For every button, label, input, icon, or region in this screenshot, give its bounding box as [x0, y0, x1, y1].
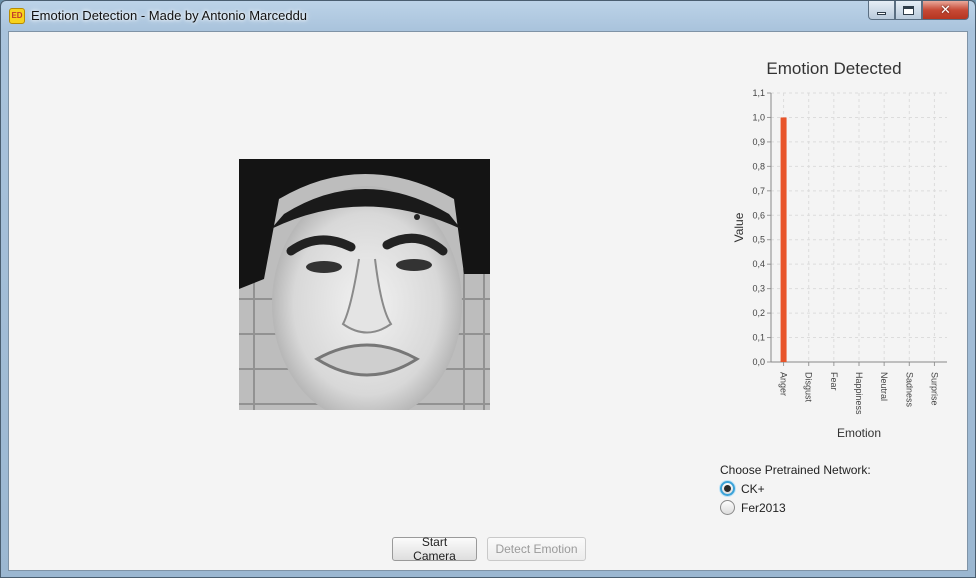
y-tick-label: 0,5 — [752, 235, 765, 245]
bar-anger — [780, 117, 787, 362]
x-tick-label: Surprise — [929, 372, 939, 406]
y-tick-label: 0,9 — [752, 137, 765, 147]
maximize-icon — [903, 5, 914, 15]
radio-option-ck-plus[interactable]: CK+ — [720, 481, 765, 496]
title-bar[interactable]: ED Emotion Detection - Made by Antonio M… — [1, 1, 975, 31]
maximize-button[interactable] — [895, 1, 922, 20]
y-tick-label: 0,6 — [752, 210, 765, 220]
app-window: ED Emotion Detection - Made by Antonio M… — [0, 0, 976, 578]
emotion-bar-chart: 0,0 0,1 0,2 0,3 0,4 0,5 0,6 0,7 0,8 0,9 1,0 1,1 Ange… — [732, 88, 947, 440]
y-axis-label: Value — [732, 212, 746, 242]
start-camera-button[interactable]: Start Camera — [392, 535, 477, 563]
close-button[interactable]: ✕ — [922, 1, 969, 20]
x-tick-label: Anger — [779, 372, 789, 396]
chart-title: Emotion Detected — [766, 59, 902, 78]
y-tick-label: 0,1 — [752, 333, 765, 343]
x-axis-label: Emotion — [837, 426, 881, 440]
face-photo — [239, 159, 490, 410]
y-tick-label: 0,0 — [752, 357, 765, 367]
y-tick-label: 0,3 — [752, 284, 765, 294]
network-label: Choose Pretrained Network: — [720, 463, 871, 477]
x-tick-label: Neutral — [879, 372, 889, 401]
y-tick-label: 0,4 — [752, 259, 765, 269]
minimize-button[interactable] — [868, 1, 895, 20]
face-photo-image — [239, 159, 490, 410]
x-tick-label: Fear — [829, 372, 839, 391]
x-tick-label: Disgust — [804, 372, 814, 403]
window-title: Emotion Detection - Made by Antonio Marc… — [31, 8, 308, 23]
ck-plus-label: CK+ — [741, 481, 765, 496]
x-tick-label: Happiness — [854, 372, 864, 415]
y-tick-label: 0,2 — [752, 308, 765, 318]
x-tick-label: Sadness — [904, 372, 914, 408]
fer2013-radio-icon[interactable] — [720, 500, 735, 515]
ck-plus-radio-icon[interactable] — [720, 481, 735, 496]
y-tick-label: 1,1 — [752, 88, 765, 98]
y-tick-label: 1,0 — [752, 112, 765, 122]
minimize-icon — [877, 11, 886, 15]
main-panel: Emotion Detected 0,0 0,1 0,2 0,3 0,4 0,5 0,6 0,… — [8, 31, 968, 571]
close-icon: ✕ — [940, 2, 951, 18]
detect-emotion-button[interactable]: Detect Emotion — [487, 537, 586, 561]
window-controls: ✕ — [868, 1, 969, 21]
app-logo-icon: ED — [9, 8, 25, 24]
y-tick-label: 0,8 — [752, 161, 765, 171]
y-tick-label: 0,7 — [752, 186, 765, 196]
fer2013-label: Fer2013 — [741, 500, 786, 515]
radio-option-fer2013[interactable]: Fer2013 — [720, 500, 786, 515]
